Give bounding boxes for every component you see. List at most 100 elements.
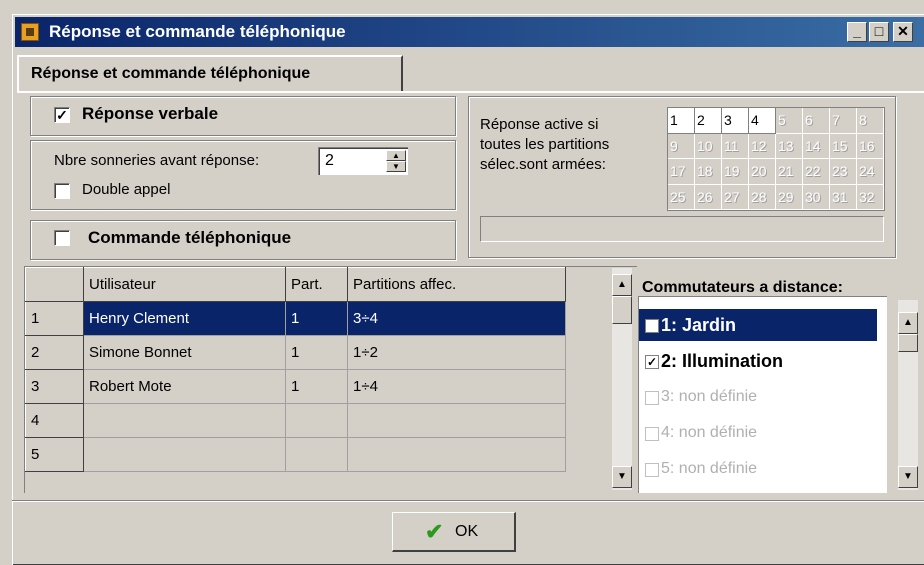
ok-button[interactable]: ✔ OK (392, 512, 516, 552)
switch-checkbox[interactable] (645, 463, 659, 477)
column-header[interactable]: Part. (285, 267, 348, 302)
partition-cell[interactable]: 29 (776, 184, 803, 210)
partition-cell[interactable]: 8 (857, 108, 884, 134)
table-cell[interactable] (347, 437, 566, 472)
switch-checkbox[interactable]: ✓ (645, 355, 659, 369)
table-cell[interactable]: 1 (285, 369, 348, 404)
table-cell[interactable]: Henry Clement (83, 301, 286, 336)
phone-command-checkbox[interactable] (54, 230, 70, 246)
partition-cell[interactable]: 6 (803, 108, 830, 134)
partition-cell[interactable]: 23 (830, 159, 857, 185)
switch-item[interactable]: 3: non définie (639, 381, 887, 413)
partitions-label-line3: sélec.sont armées: (480, 156, 606, 173)
table-header-row: Utilisateur Part. Partitions affec. (25, 267, 566, 302)
voice-response-checkbox[interactable]: ✓ (54, 107, 70, 123)
checkmark-icon: ✔ (425, 519, 444, 544)
scroll-down-icon[interactable]: ▼ (898, 466, 918, 488)
table-row[interactable]: 2 Simone Bonnet 1 1÷2 (25, 335, 566, 370)
switch-item[interactable]: 4: non définie (639, 417, 887, 449)
row-number[interactable]: 4 (25, 403, 84, 438)
row-number[interactable]: 1 (25, 301, 84, 336)
table-cell[interactable]: 1÷4 (347, 369, 566, 404)
table-row[interactable]: 5 (25, 437, 566, 472)
row-number[interactable]: 5 (25, 437, 84, 472)
row-number[interactable]: 2 (25, 335, 84, 370)
close-icon[interactable]: ✕ (893, 22, 913, 42)
double-call-checkbox[interactable] (54, 183, 70, 199)
table-cell[interactable] (285, 403, 348, 438)
switches-scrollbar[interactable]: ▲ ▼ (898, 300, 918, 490)
switch-checkbox[interactable] (645, 391, 659, 405)
partition-cell[interactable]: 11 (722, 133, 749, 159)
column-header[interactable] (25, 267, 84, 302)
partition-cell[interactable]: 7 (830, 108, 857, 134)
tab-reponse-commande[interactable]: Réponse et commande téléphonique (17, 55, 403, 91)
partitions-label-line2: toutes les partitions (480, 136, 610, 153)
switch-item[interactable]: ✓ 1: Jardin (639, 309, 877, 341)
switch-checkbox[interactable] (645, 427, 659, 441)
switch-item[interactable]: 5: non définie (639, 453, 887, 485)
minimize-icon[interactable]: _ (847, 22, 867, 42)
rings-spinner[interactable]: 2 ▲ ▼ (318, 147, 408, 175)
partition-cell[interactable]: 1 (668, 108, 695, 134)
partition-cell[interactable]: 14 (803, 133, 830, 159)
switch-checkbox[interactable]: ✓ (645, 319, 659, 333)
partition-cell[interactable]: 16 (857, 133, 884, 159)
scroll-thumb[interactable] (898, 334, 918, 352)
scroll-up-icon[interactable]: ▲ (898, 312, 918, 334)
partition-cell[interactable]: 19 (722, 159, 749, 185)
column-header[interactable]: Utilisateur (83, 267, 286, 302)
spin-down-icon[interactable]: ▼ (386, 161, 406, 172)
partition-cell[interactable]: 12 (749, 133, 776, 159)
table-cell[interactable]: 1 (285, 335, 348, 370)
row-number[interactable]: 3 (25, 369, 84, 404)
partition-cell[interactable]: 17 (668, 159, 695, 185)
scroll-thumb[interactable] (612, 296, 632, 324)
partition-cell[interactable]: 26 (695, 184, 722, 210)
scroll-up-icon[interactable]: ▲ (612, 274, 632, 296)
spin-up-icon[interactable]: ▲ (386, 150, 406, 161)
partition-cell[interactable]: 5 (776, 108, 803, 134)
table-cell[interactable] (83, 403, 286, 438)
partition-cell[interactable]: 18 (695, 159, 722, 185)
partition-cell[interactable]: 31 (830, 184, 857, 210)
status-bar (480, 216, 884, 242)
users-scrollbar[interactable]: ▲ ▼ (612, 268, 632, 490)
table-cell[interactable] (347, 403, 566, 438)
partitions-grid: 1 2 3 4 5 6 7 8 9 10 11 12 13 14 15 16 17 18 19 20 21 22 23 24 2… (667, 107, 885, 211)
partition-cell[interactable]: 2 (695, 108, 722, 134)
maximize-icon[interactable]: □ (869, 22, 889, 42)
table-row[interactable]: 1 Henry Clement 1 3÷4 (25, 301, 566, 336)
partition-cell[interactable]: 10 (695, 133, 722, 159)
column-header[interactable]: Partitions affec. (347, 267, 566, 302)
table-cell[interactable]: 1 (285, 301, 348, 336)
users-table: Utilisateur Part. Partitions affec. 1 Henry … (25, 267, 566, 472)
partition-cell[interactable]: 20 (749, 159, 776, 185)
switches-list: ✓ 1: Jardin ✓ 2: Illumination 3: non définie… (638, 296, 887, 493)
partition-cell[interactable]: 30 (803, 184, 830, 210)
table-cell[interactable]: 1÷2 (347, 335, 566, 370)
scroll-down-icon[interactable]: ▼ (612, 466, 632, 488)
partition-cell[interactable]: 28 (749, 184, 776, 210)
partition-cell[interactable]: 3 (722, 108, 749, 134)
partition-cell[interactable]: 15 (830, 133, 857, 159)
table-row[interactable]: 3 Robert Mote 1 1÷4 (25, 369, 566, 404)
partition-cell[interactable]: 4 (749, 108, 776, 134)
partition-cell[interactable]: 22 (803, 159, 830, 185)
partition-cell[interactable]: 32 (857, 184, 884, 210)
switch-item[interactable]: ✓ 2: Illumination (639, 345, 887, 377)
table-cell[interactable]: Robert Mote (83, 369, 286, 404)
table-cell[interactable]: Simone Bonnet (83, 335, 286, 370)
table-cell[interactable] (285, 437, 348, 472)
table-cell[interactable] (83, 437, 286, 472)
partition-cell[interactable]: 27 (722, 184, 749, 210)
partition-cell[interactable]: 25 (668, 184, 695, 210)
rings-value[interactable]: 2 (325, 152, 334, 170)
partitions-label-line1: Réponse active si (480, 116, 599, 133)
table-row[interactable]: 4 (25, 403, 566, 438)
table-cell[interactable]: 3÷4 (347, 301, 566, 336)
partition-cell[interactable]: 21 (776, 159, 803, 185)
partition-cell[interactable]: 13 (776, 133, 803, 159)
partition-cell[interactable]: 9 (668, 133, 695, 159)
partition-cell[interactable]: 24 (857, 159, 884, 185)
